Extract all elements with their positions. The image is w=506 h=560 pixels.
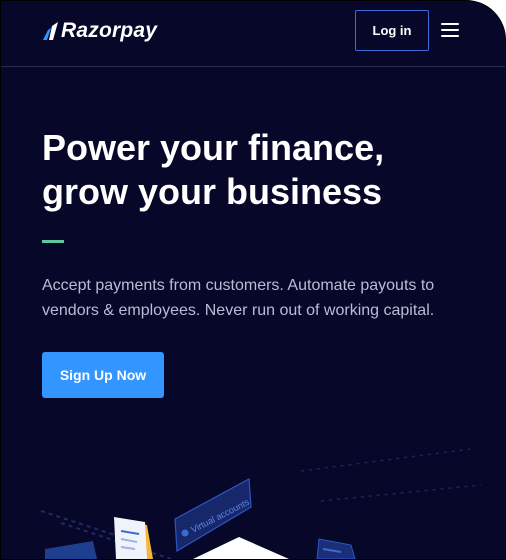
white-panel-shape xyxy=(193,537,289,559)
hero-subtitle: Accept payments from customers. Automate… xyxy=(42,277,435,319)
accent-divider xyxy=(42,240,64,243)
connector-line xyxy=(320,484,482,502)
brand-name: Razorpay xyxy=(61,19,158,42)
connector-line xyxy=(300,448,472,472)
sign-up-button[interactable]: Sign Up Now xyxy=(42,352,164,398)
hero-title-line2: grow your business xyxy=(42,171,383,212)
page-frame: Razorpay Log in Power your finance, grow … xyxy=(0,0,506,560)
connector-line xyxy=(40,510,122,538)
razorpay-logo[interactable]: Razorpay xyxy=(41,17,157,45)
hamburger-menu-icon[interactable] xyxy=(441,21,461,39)
hero-title-line1: Power your finance, xyxy=(42,127,385,168)
top-nav: Razorpay Log in xyxy=(1,1,505,67)
login-button[interactable]: Log in xyxy=(355,10,429,51)
card-shape xyxy=(45,541,97,559)
product-illustration: Virtual accounts xyxy=(40,448,482,559)
document-card xyxy=(114,517,153,559)
hero-title: Power your finance, grow your business xyxy=(42,126,482,214)
side-card xyxy=(316,538,356,559)
razorpay-logo-icon xyxy=(43,22,58,40)
